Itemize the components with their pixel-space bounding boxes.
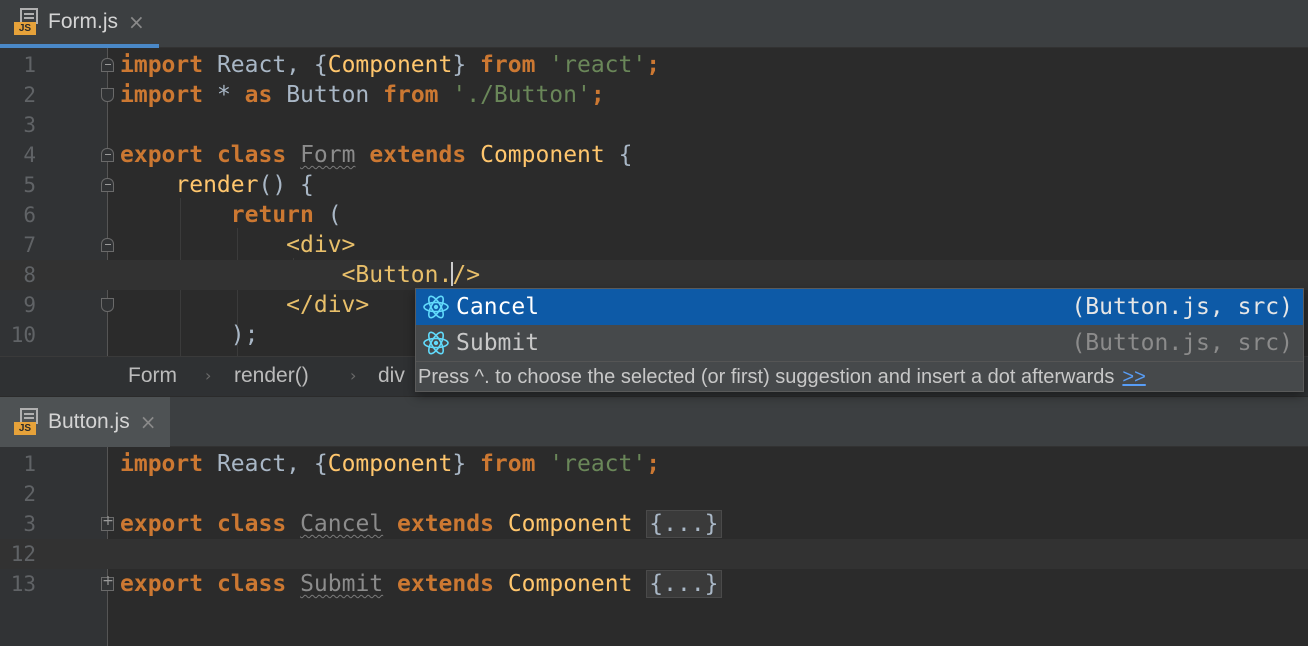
completion-item-submit[interactable]: Submit (Button.js, src) — [416, 325, 1303, 361]
code-line: 2 — [23, 482, 36, 506]
folded-block[interactable]: {...} — [646, 570, 722, 598]
react-icon — [423, 331, 449, 355]
fold-icon[interactable] — [101, 298, 114, 312]
expand-fold-icon[interactable] — [101, 573, 114, 591]
chevron-right-icon: › — [350, 366, 357, 385]
completion-hint: Press ^. to choose the selected (or firs… — [416, 361, 1303, 391]
tab-label: Form.js — [48, 10, 118, 33]
hint-text: Press ^. to choose the selected (or firs… — [418, 366, 1115, 388]
code-line: 6 return ( — [23, 202, 342, 228]
code-line-current: 8 <Button./> — [0, 260, 1308, 290]
fold-icon[interactable] — [101, 238, 114, 252]
code-line: 7 <div> — [23, 232, 356, 258]
completion-name: Submit — [456, 330, 540, 356]
chevron-right-icon: › — [205, 366, 212, 385]
code-line: 3 export class Cancel extends Component … — [0, 509, 1308, 539]
close-icon[interactable]: × — [140, 410, 157, 434]
code-line: 2 import * as Button from './Button'; — [23, 82, 605, 108]
bottom-tab-bar: JS Button.js × — [0, 397, 1308, 447]
fold-icon[interactable] — [101, 178, 114, 192]
completion-location: (Button.js, src) — [1071, 294, 1293, 320]
close-icon[interactable]: × — [128, 10, 145, 34]
fold-icon[interactable] — [101, 88, 114, 102]
tab-button-js[interactable]: JS Button.js × — [0, 397, 171, 447]
code-line: 4 export class Form extends Component { — [23, 142, 633, 168]
top-tab-bar: JS Form.js × — [0, 0, 1308, 48]
fold-icon[interactable] — [101, 148, 114, 162]
code-line-current: 12 — [0, 539, 1308, 569]
completion-item-cancel[interactable]: Cancel (Button.js, src) — [416, 289, 1303, 325]
expand-fold-icon[interactable] — [101, 513, 114, 531]
completion-popup: Cancel (Button.js, src) Submit (Button.j… — [415, 288, 1304, 392]
react-icon — [423, 295, 449, 319]
code-line: 13 export class Submit extends Component… — [0, 569, 1308, 599]
tab-form-js[interactable]: JS Form.js × — [0, 0, 159, 48]
code-line: 3 — [23, 113, 36, 137]
completion-location: (Button.js, src) — [1071, 330, 1293, 356]
breadcrumb-item[interactable]: div — [378, 364, 405, 388]
js-file-icon: JS — [14, 8, 40, 36]
code-line: 5 render() { — [23, 172, 314, 198]
breadcrumb-item[interactable]: render() — [234, 364, 309, 388]
js-file-icon: JS — [14, 408, 40, 436]
completion-name: Cancel — [456, 294, 540, 320]
hint-more-link[interactable]: >> — [1122, 366, 1145, 388]
button-js-editor[interactable]: 1 import React, {Component} from 'react'… — [0, 447, 1308, 646]
code-line: 1 import React, {Component} from 'react'… — [23, 451, 661, 477]
breadcrumb-item[interactable]: Form — [128, 364, 177, 388]
folded-block[interactable]: {...} — [646, 510, 722, 538]
code-line: 1 import React, {Component} from 'react'… — [23, 52, 661, 78]
tab-label: Button.js — [48, 410, 130, 433]
fold-icon[interactable] — [101, 58, 114, 72]
